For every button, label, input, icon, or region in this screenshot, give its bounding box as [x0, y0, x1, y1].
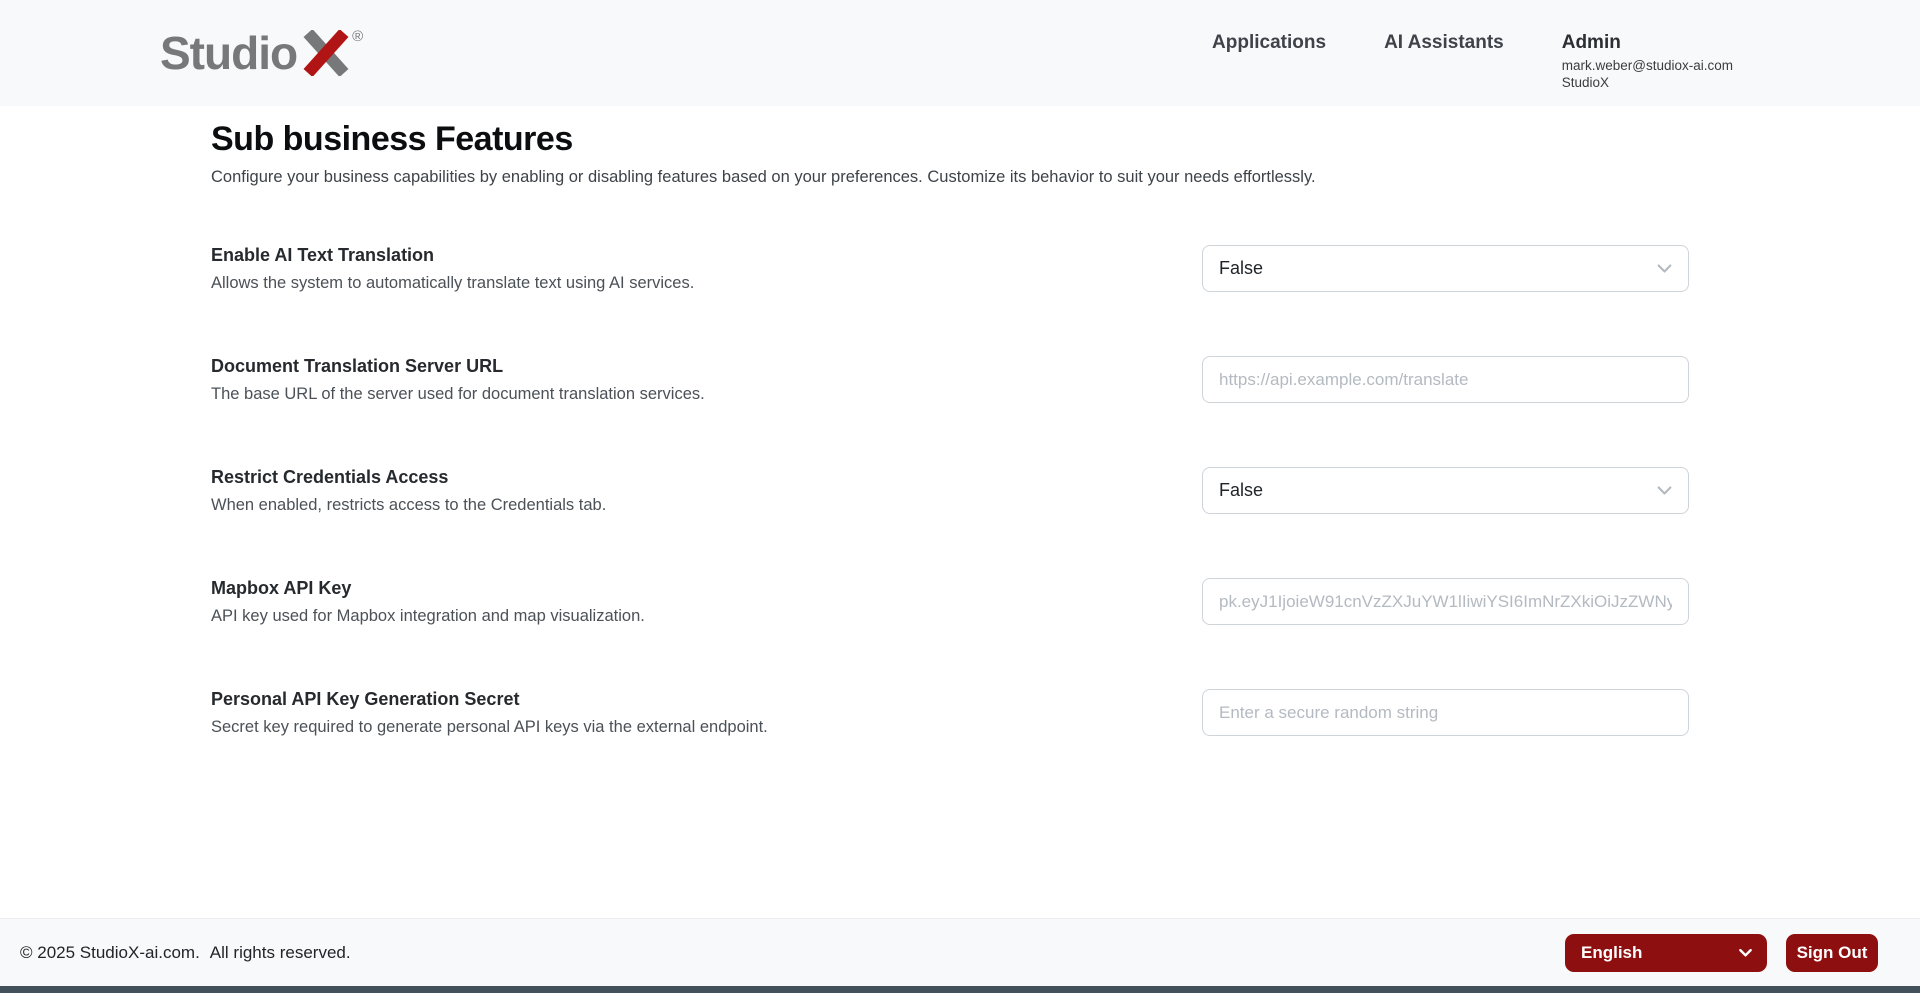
registered-trademark: ®: [352, 28, 364, 45]
select-value: False: [1219, 258, 1264, 278]
logo-x-icon: [303, 30, 349, 76]
user-name: Admin: [1561, 32, 1621, 53]
user-email: mark.weber@studiox-ai.com: [1561, 58, 1733, 73]
enable-ai-text-translation-select[interactable]: False: [1202, 245, 1689, 292]
setting-row: Restrict Credentials Access When enabled…: [211, 467, 1689, 515]
nav-item-applications[interactable]: Applications: [1212, 31, 1326, 55]
footer: © 2025 StudioX-ai.com. All rights reserv…: [0, 918, 1920, 993]
logo-text: Studio: [160, 27, 298, 79]
user-block[interactable]: Admin mark.weber@studiox-ai.com StudioX: [1562, 31, 1733, 91]
setting-label: Mapbox API Key: [211, 578, 352, 598]
setting-label: Restrict Credentials Access: [211, 467, 449, 487]
restrict-credentials-access-select[interactable]: False: [1202, 467, 1689, 514]
setting-description: Allows the system to automatically trans…: [211, 274, 695, 292]
setting-description: The base URL of the server used for docu…: [211, 385, 705, 403]
page-title: Sub business Features: [211, 120, 573, 158]
setting-description: API key used for Mapbox integration and …: [211, 607, 645, 625]
header: Studio ® Applications AI Assistants Admi…: [0, 0, 1920, 106]
user-org: StudioX: [1561, 75, 1610, 90]
language-select[interactable]: English: [1565, 933, 1767, 972]
setting-row: Mapbox API Key API key used for Mapbox i…: [211, 578, 1689, 626]
main-content: Sub business Features Configure your bus…: [0, 106, 1920, 737]
setting-label: Document Translation Server URL: [211, 356, 504, 376]
setting-description: Secret key required to generate personal…: [211, 718, 768, 736]
chevron-down-icon: [1739, 948, 1752, 957]
copyright-text: © 2025 StudioX-ai.com.: [20, 942, 200, 962]
setting-row: Document Translation Server URL The base…: [211, 356, 1689, 404]
setting-text: Document Translation Server URL The base…: [211, 356, 705, 404]
studiox-logo: Studio ®: [160, 27, 364, 79]
setting-row: Personal API Key Generation Secret Secre…: [211, 689, 1689, 737]
header-nav: Applications AI Assistants Admin mark.we…: [1212, 0, 1733, 91]
mapbox-api-key-input[interactable]: [1202, 578, 1689, 625]
page-description: Configure your business capabilities by …: [211, 168, 1316, 186]
setting-text: Personal API Key Generation Secret Secre…: [211, 689, 768, 737]
copyright: © 2025 StudioX-ai.com. All rights reserv…: [20, 943, 351, 963]
chevron-down-icon: [1657, 486, 1672, 495]
settings-list: Enable AI Text Translation Allows the sy…: [211, 245, 1689, 737]
setting-control: [1202, 356, 1689, 403]
setting-description: When enabled, restricts access to the Cr…: [211, 496, 607, 514]
document-translation-server-url-input[interactable]: [1202, 356, 1689, 403]
sign-out-button[interactable]: Sign Out: [1786, 933, 1878, 972]
setting-control: False: [1202, 467, 1689, 514]
setting-label: Personal API Key Generation Secret: [211, 689, 520, 709]
setting-text: Restrict Credentials Access When enabled…: [211, 467, 606, 515]
chevron-down-icon: [1657, 264, 1672, 273]
select-value: False: [1219, 480, 1264, 500]
setting-text: Enable AI Text Translation Allows the sy…: [211, 245, 694, 293]
setting-row: Enable AI Text Translation Allows the sy…: [211, 245, 1689, 293]
setting-text: Mapbox API Key API key used for Mapbox i…: [211, 578, 645, 626]
footer-actions: English Sign Out: [1565, 933, 1878, 972]
rights-text: All rights reserved.: [209, 942, 351, 962]
footer-bar: © 2025 StudioX-ai.com. All rights reserv…: [0, 918, 1920, 986]
setting-label: Enable AI Text Translation: [211, 245, 435, 265]
bottom-strip: [0, 986, 1920, 993]
setting-control: [1202, 578, 1689, 625]
personal-api-key-generation-secret-input[interactable]: [1202, 689, 1689, 736]
nav-item-ai-assistants[interactable]: AI Assistants: [1384, 31, 1504, 55]
setting-control: False: [1202, 245, 1689, 292]
setting-control: [1202, 689, 1689, 736]
language-value: English: [1581, 942, 1643, 962]
